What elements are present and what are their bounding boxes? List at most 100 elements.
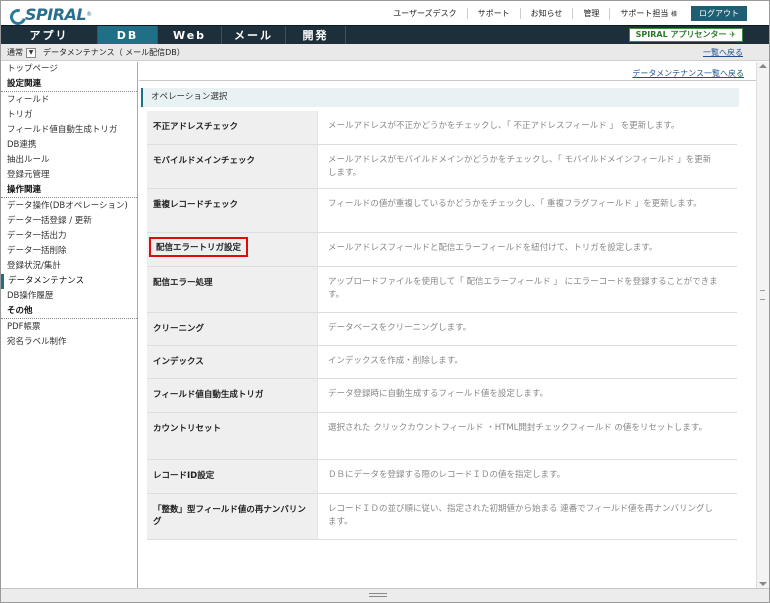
operation-label[interactable]: レコードID設定 [153,471,214,481]
operation-link[interactable]: モバイルドメインチェック [147,145,318,188]
operation-list: 不正アドレスチェック メールアドレスが不正かどうかをチェックし、「 不正アドレスフ… [147,111,737,540]
sidebar-item[interactable]: フィールド [1,93,137,108]
operation-description: 選択された クリックカウントフィールド ・HTML開封チェックフィールド の値を… [318,413,737,459]
maintenance-list-link[interactable]: データメンテナンス一覧へ戻る [632,68,744,79]
operation-row: フィールド値自動生成トリガ データ登録時に自動生成するフィールド値を設定します。 [147,379,737,413]
operation-description: メールアドレスフィールドと配信エラーフィールドを紐付けて、トリガを設定します。 [318,233,737,266]
sidebar-item[interactable]: フィールド値自動生成トリガ [1,123,137,138]
operation-row: カウントリセット 選択された クリックカウントフィールド ・HTML開封チェックフ… [147,413,737,460]
operation-link[interactable]: カウントリセット [147,413,318,459]
tab-db[interactable]: DB [98,26,158,45]
operation-link[interactable]: 「整数」型フィールド値の再ナンバリング [147,494,318,539]
scroll-up-icon[interactable] [759,64,767,68]
resize-handle-icon[interactable] [369,593,387,597]
operation-link[interactable]: 重複レコードチェック [147,189,318,232]
tab-dev[interactable]: 開発 [286,26,346,45]
operation-description: アップロードファイルを使用して「 配信エラーフィールド 」 にエラーコードを登録… [318,267,737,312]
operation-description: インデックスを作成・削除します。 [318,346,737,378]
operation-description: データ登録時に自動生成するフィールド値を設定します。 [318,379,737,412]
operation-description: フィールドの値が重複しているかどうかをチェックし、「 重複フラグフィールド 」を… [318,189,737,232]
bottom-resize-bar [1,588,769,602]
sidebar-item[interactable]: トップページ [1,62,137,77]
sidebar-item[interactable]: 登録元管理 [1,168,137,183]
tab-mail[interactable]: メール [222,26,286,45]
operation-label[interactable]: インデックス [153,357,204,367]
back-to-list-link[interactable]: 一覧へ戻る [703,47,743,58]
chevron-down-icon[interactable]: ▼ [26,47,36,58]
tab-web[interactable]: Web [158,26,222,45]
sidebar-section-heading: その他 [1,304,137,319]
main-content: データメンテナンス一覧へ戻る オペレーション選択 不正アドレスチェックメールアド… [139,62,756,588]
operation-link[interactable]: インデックス [147,346,318,378]
app-center-label: SPIRAL アプリセンター [635,30,727,39]
logout-button[interactable]: ログアウト [691,6,747,21]
operation-row: 「整数」型フィールド値の再ナンバリング レコードＩＤの並び順に従い、指定された初期… [147,494,737,540]
operation-link[interactable]: フィールド値自動生成トリガ [147,379,318,412]
operation-label[interactable]: フィールド値自動生成トリガ [153,390,263,400]
sidebar-item[interactable]: DB操作履歴 [1,289,137,304]
sidebar-item[interactable]: データ一括削除 [1,244,137,259]
sidebar-item[interactable]: 登録状況/集計 [1,259,137,274]
sidebar-item[interactable]: 宛名ラベル制作 [1,335,137,350]
sidebar-item[interactable]: データメンテナンス [1,274,137,289]
sidebar-item[interactable]: トリガ [1,108,137,123]
top-links: ユーザーズデスク サポート お知らせ 管理 サポート担当 様 ログアウト [383,6,747,21]
section-title: オペレーション選択 [141,88,739,107]
operation-description: メールアドレスが不正かどうかをチェックし、「 不正アドレスフィールド 」 を更新… [318,111,737,144]
operation-row: インデックス インデックスを作成・削除します。 [147,346,737,379]
sidebar-item[interactable]: PDF帳票 [1,320,137,335]
header: SPIRAL ® ユーザーズデスク サポート お知らせ 管理 サポート担当 様 … [1,1,769,25]
operation-row: 配信エラートリガ設定 メールアドレスフィールドと配信エラーフィールドを紐付けて、ト… [147,233,737,267]
mode-selector[interactable]: 通常 ▼ [7,47,36,58]
sidebar-item[interactable]: データ一括登録 / 更新 [1,214,137,229]
sidebar-item[interactable]: DB連携 [1,138,137,153]
operation-label[interactable]: 不正アドレスチェック [153,122,238,132]
main-tab-bar: アプリ DB Web メール 開発 SPIRAL アプリセンター ✈ [1,25,769,45]
admin-link[interactable]: 管理 [572,8,609,19]
operation-label[interactable]: カウントリセット [153,424,221,434]
sidebar-item[interactable]: データ一括出力 [1,229,137,244]
operation-description: メールアドレスがモバイルドメインかどうかをチェックし、「 モバイルドメインフィー… [318,145,737,188]
operation-label[interactable]: クリーニング [153,324,204,334]
operation-label[interactable]: モバイルドメインチェック [153,156,255,166]
operation-label[interactable]: 重複レコードチェック [153,200,238,210]
logo-text: SPIRAL [25,4,87,24]
operation-row: 不正アドレスチェック メールアドレスが不正かどうかをチェックし、「 不正アドレスフ… [147,111,737,145]
operation-link[interactable]: レコードID設定 [147,460,318,493]
operation-link[interactable]: クリーニング [147,313,318,345]
operation-label[interactable]: 配信エラー処理 [153,278,213,288]
breadcrumb-path: データメンテナンス（ メール配信DB） [43,48,185,57]
highlighted-operation-label[interactable]: 配信エラートリガ設定 [149,237,249,257]
runner-icon: ✈ [729,30,736,39]
operation-description: レコードＩＤの並び順に従い、指定された初期値から始まる 連番でフィールド値を再ナ… [318,494,737,539]
operation-row: クリーニング データベースをクリーニングします。 [147,313,737,346]
sidebar: トップページ 設定関連 フィールド トリガ フィールド値自動生成トリガ DB連携 抽出ルール… [1,62,138,588]
news-link[interactable]: お知らせ [519,8,573,19]
operation-link[interactable]: 配信エラー処理 [147,267,318,312]
app-center-button[interactable]: SPIRAL アプリセンター ✈ [628,28,743,42]
operation-row: レコードID設定 ＤＢにデータを登録する際のレコードＩＤの値を指定します。 [147,460,737,494]
breadcrumb-bar: 通常 ▼ データメンテナンス（ メール配信DB） 一覧へ戻る [1,44,769,61]
support-person-suffix: 様 [670,10,677,18]
scroll-grip-icon[interactable] [760,290,765,300]
spiral-logo[interactable]: SPIRAL ® [9,4,93,24]
sidebar-section-heading: 設定関連 [1,77,137,92]
mode-label: 通常 [7,48,23,57]
operation-label[interactable]: 「整数」型フィールド値の再ナンバリング [153,505,306,527]
users-desk-link[interactable]: ユーザーズデスク [383,8,466,19]
divider [139,80,756,81]
support-link[interactable]: サポート [466,8,520,19]
tab-app[interactable]: アプリ [1,26,98,45]
operation-link[interactable]: 不正アドレスチェック [147,111,318,144]
registered-mark: ® [86,10,93,18]
scroll-down-icon[interactable] [759,582,767,586]
operation-link[interactable]: 配信エラートリガ設定 [147,233,318,266]
vertical-scrollbar[interactable] [756,62,769,588]
operation-row: 配信エラー処理 アップロードファイルを使用して「 配信エラーフィールド 」 にエラ… [147,267,737,313]
sidebar-item[interactable]: 抽出ルール [1,153,137,168]
spiral-logo-icon [9,7,23,21]
support-person-name: サポート担当 [620,8,669,18]
sidebar-item[interactable]: データ操作(DBオペレーション) [1,199,137,214]
operation-description: データベースをクリーニングします。 [318,313,737,345]
operation-description: ＤＢにデータを登録する際のレコードＩＤの値を指定します。 [318,460,737,493]
